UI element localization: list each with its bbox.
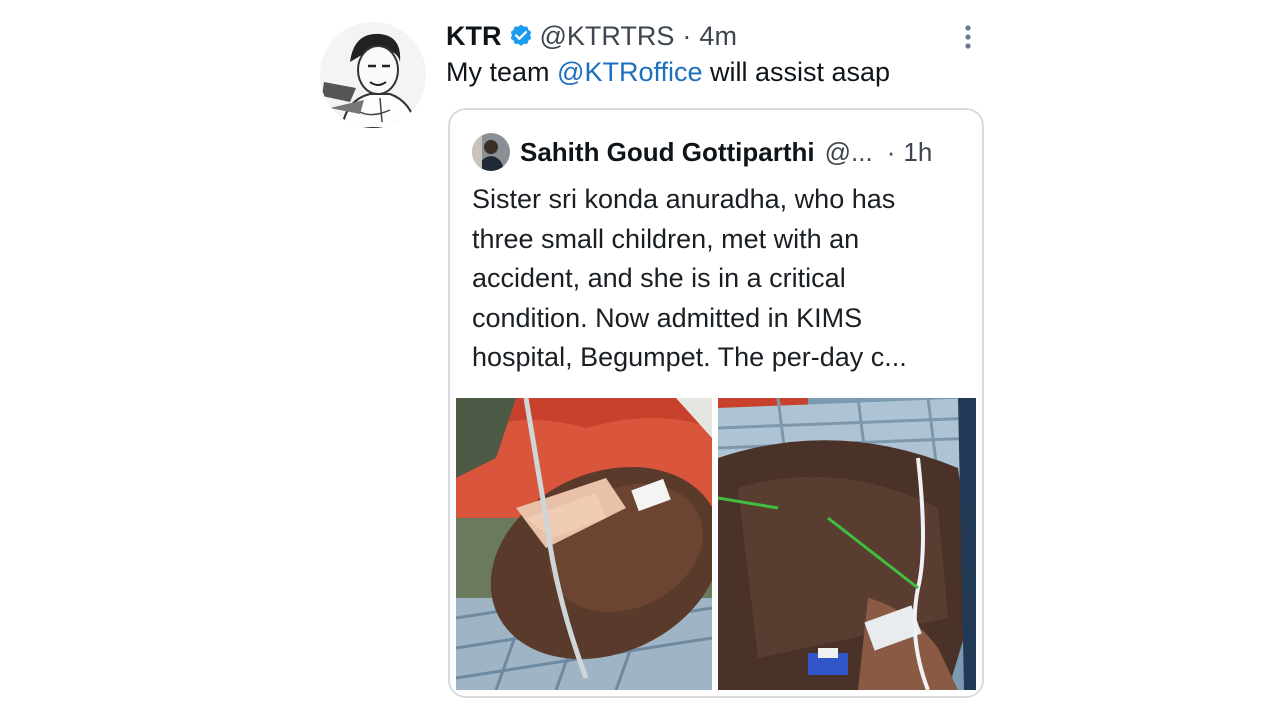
verified-badge-icon: [508, 23, 534, 49]
tweet[interactable]: KTR @KTRTRS · 4m My team @KTRoffice will…: [318, 14, 988, 714]
separator-dot: ·: [886, 136, 896, 167]
tweet-header: KTR @KTRTRS · 4m: [446, 14, 982, 58]
quoted-tweet-timestamp[interactable]: 1h: [903, 137, 932, 168]
photo-patient-arm[interactable]: [718, 398, 976, 690]
quoted-tweet-header: Sahith Goud Gottiparthi @... · 1h: [472, 132, 968, 172]
quoted-author-avatar[interactable]: [472, 133, 510, 171]
tweet-body: KTR @KTRTRS · 4m My team @KTRoffice will…: [446, 14, 982, 90]
photo-patient-face[interactable]: [456, 398, 712, 690]
mention-link[interactable]: @KTRoffice: [557, 57, 702, 87]
quoted-author-name[interactable]: Sahith Goud Gottiparthi: [520, 137, 815, 168]
tweet-text-before: My team: [446, 57, 558, 87]
quoted-tweet-media: [450, 398, 982, 696]
separator-dot: ·: [682, 20, 692, 51]
quoted-tweet-text: Sister sri konda anuradha, who has three…: [472, 184, 907, 372]
quoted-author-handle[interactable]: @...: [825, 137, 873, 168]
author-handle[interactable]: @KTRTRS: [540, 21, 675, 52]
more-vertical-icon[interactable]: [958, 22, 978, 52]
tweet-timestamp[interactable]: 4m: [699, 21, 737, 52]
author-avatar[interactable]: [320, 22, 426, 128]
author-name[interactable]: KTR: [446, 21, 502, 52]
tweet-text: My team @KTRoffice will assist asap: [446, 54, 982, 90]
quoted-tweet-card[interactable]: Sahith Goud Gottiparthi @... · 1h Sister…: [448, 108, 984, 698]
tweet-text-after: will assist asap: [702, 57, 891, 87]
